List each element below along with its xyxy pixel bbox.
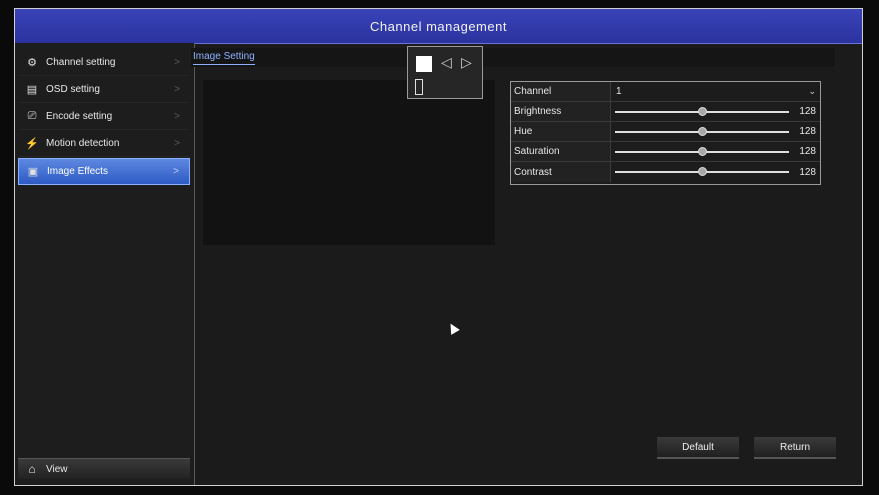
chevron-right-icon: >	[174, 83, 180, 95]
saturation-label: Saturation	[511, 142, 611, 161]
tab-strip: Image Setting	[191, 48, 835, 67]
brightness-value: 128	[799, 106, 816, 117]
sidebar-item-encode-setting[interactable]: ⎚ Encode setting >	[18, 103, 190, 130]
sidebar-item-osd-setting[interactable]: ▤ OSD setting >	[18, 76, 190, 103]
sidebar-item-motion-detection[interactable]: ⚡ Motion detection >	[18, 130, 190, 157]
arrow-left-icon[interactable]: ◁	[441, 54, 452, 71]
sidebar-item-label: OSD setting	[46, 83, 100, 95]
return-button[interactable]: Return	[754, 437, 836, 459]
contrast-label: Contrast	[511, 162, 611, 182]
hue-label: Hue	[511, 122, 611, 141]
sidebar: ⚙ Channel setting > ▤ OSD setting > ⎚ En…	[15, 43, 195, 485]
arrow-right-icon[interactable]: ▷	[461, 54, 472, 71]
chevron-down-icon: ⌄	[808, 86, 816, 96]
stop-icon[interactable]	[416, 56, 432, 72]
slider-knob[interactable]	[697, 147, 707, 156]
image-effects-icon: ▣	[27, 166, 39, 178]
channel-value: 1	[616, 86, 622, 97]
home-icon: ⌂	[28, 462, 36, 476]
saturation-row: Saturation 128	[511, 142, 820, 162]
brightness-label: Brightness	[511, 102, 611, 121]
video-preview	[203, 80, 495, 245]
slider-knob[interactable]	[697, 127, 707, 136]
sidebar-item-label: Channel setting	[46, 56, 116, 68]
channel-select[interactable]: 1 ⌄	[611, 82, 820, 101]
slider-knob[interactable]	[697, 167, 707, 176]
sidebar-item-label: Encode setting	[46, 110, 113, 122]
channel-row: Channel 1 ⌄	[511, 82, 820, 102]
chevron-right-icon: >	[174, 137, 180, 149]
encode-icon: ⎚	[27, 109, 37, 122]
saturation-value: 128	[799, 146, 816, 157]
tab-image-setting[interactable]: Image Setting	[193, 51, 255, 65]
brightness-slider[interactable]: 128	[611, 102, 820, 121]
sidebar-item-label: Image Effects	[47, 166, 108, 177]
chevron-right-icon: >	[173, 166, 179, 177]
osd-icon: ▤	[26, 83, 38, 96]
saturation-slider[interactable]: 128	[611, 142, 820, 161]
contrast-value: 128	[799, 166, 816, 178]
view-label: View	[46, 463, 68, 475]
view-button[interactable]: ⌂ View	[18, 458, 190, 479]
hue-row: Hue 128	[511, 122, 820, 142]
brightness-row: Brightness 128	[511, 102, 820, 122]
channel-settings-icon: ⚙	[27, 56, 37, 69]
contrast-slider[interactable]: 128	[611, 162, 820, 182]
window-title: Channel management	[15, 9, 862, 44]
window-icon[interactable]	[415, 79, 423, 95]
image-settings-table: Channel 1 ⌄ Brightness 128 Hue 128 Satur…	[510, 81, 821, 185]
sidebar-item-channel-setting[interactable]: ⚙ Channel setting >	[18, 49, 190, 76]
chevron-right-icon: >	[174, 56, 180, 68]
sidebar-item-image-effects[interactable]: ▣ Image Effects >	[18, 158, 190, 185]
hue-slider[interactable]: 128	[611, 122, 820, 141]
hue-value: 128	[799, 126, 816, 137]
contrast-row: Contrast 128	[511, 162, 820, 182]
channel-label: Channel	[511, 82, 611, 101]
motion-icon: ⚡	[25, 137, 39, 150]
ptz-popup: ◁ ▷	[407, 46, 483, 99]
chevron-right-icon: >	[174, 110, 180, 122]
default-button[interactable]: Default	[657, 437, 739, 459]
slider-knob[interactable]	[697, 107, 707, 116]
sidebar-item-label: Motion detection	[46, 137, 120, 149]
